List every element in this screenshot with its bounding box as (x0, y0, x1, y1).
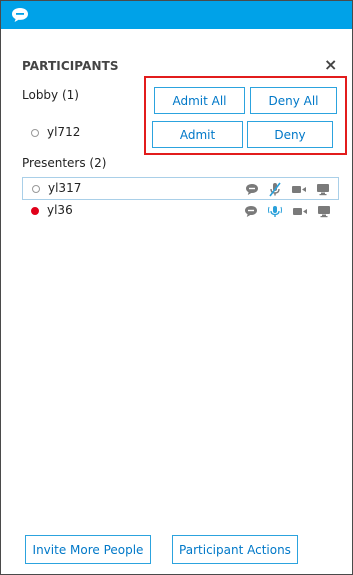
panel-title: PARTICIPANTS (22, 59, 119, 73)
presence-status-icon (32, 185, 40, 193)
lobby-label: Lobby (1) (22, 88, 79, 102)
participant-actions-label: Participant Actions (179, 542, 291, 557)
presence-status-icon (31, 129, 39, 137)
chat-bubble-icon (12, 8, 28, 22)
active-mic-icon[interactable] (267, 204, 283, 219)
participant-name: yl36 (47, 203, 73, 217)
participants-window: PARTICIPANTS × Lobby (1) Admit All Deny … (0, 0, 353, 575)
invite-more-people-button[interactable]: Invite More People (25, 535, 151, 564)
muted-mic-icon[interactable] (268, 182, 282, 197)
participant-name: yl317 (48, 181, 82, 195)
screen-share-icon[interactable] (317, 205, 331, 218)
video-icon[interactable] (291, 184, 307, 195)
invite-more-people-label: Invite More People (32, 542, 144, 557)
presenters-label: Presenters (2) (22, 156, 107, 170)
modality-icons (245, 182, 330, 197)
participant-actions-button[interactable]: Participant Actions (172, 535, 298, 564)
participant-name: yl712 (47, 125, 81, 139)
admit-all-button[interactable]: Admit All (154, 87, 245, 114)
im-icon[interactable] (244, 205, 258, 218)
im-icon[interactable] (245, 183, 259, 196)
deny-all-button[interactable]: Deny All (250, 87, 337, 114)
presenter-row[interactable]: yl317 (22, 177, 339, 200)
modality-icons (244, 204, 331, 219)
video-icon[interactable] (292, 206, 308, 217)
title-bar (1, 1, 352, 29)
screen-share-icon[interactable] (316, 183, 330, 196)
presence-status-icon (31, 207, 39, 215)
close-icon[interactable]: × (324, 56, 337, 74)
lobby-participant-row[interactable]: yl712 (22, 123, 339, 146)
presenter-row[interactable]: yl36 (22, 200, 339, 223)
